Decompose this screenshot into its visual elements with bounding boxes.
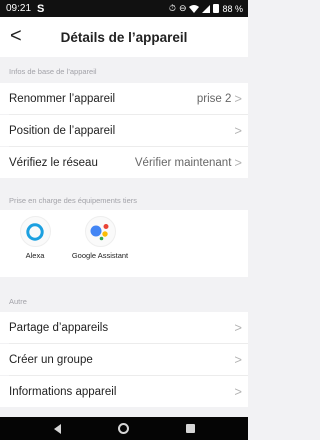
navigation-bar <box>0 417 248 440</box>
device-info-row[interactable]: Informations appareil > <box>0 376 248 407</box>
alexa-label: Alexa <box>25 251 45 260</box>
device-name-value: prise 2 <box>196 92 232 105</box>
device-info-label: Informations appareil <box>9 385 117 398</box>
section-label-third-party: Prise en charge des équipements tiers <box>9 196 137 205</box>
battery-icon <box>213 4 220 13</box>
chevron-right-icon: > <box>234 352 242 367</box>
page-title: Détails de l’appareil <box>60 29 188 45</box>
cell-signal-icon <box>202 4 211 13</box>
alexa-item[interactable]: Alexa <box>5 216 65 261</box>
chevron-right-icon: > <box>234 91 242 106</box>
app-notification-icon: S <box>37 2 45 15</box>
check-now-value: Vérifier maintenant <box>134 156 232 169</box>
alexa-icon <box>19 216 51 247</box>
nav-home-icon[interactable] <box>117 423 129 434</box>
status-bar: 09:21 S ⏱ ⊖ 88 % <box>0 0 248 17</box>
google-assistant-item[interactable]: Google Assistant <box>70 216 130 261</box>
create-group-label: Créer un groupe <box>9 353 93 366</box>
create-group-row[interactable]: Créer un groupe > <box>0 344 248 375</box>
device-location-label: Position de l’appareil <box>9 124 116 137</box>
back-arrow-icon[interactable]: < <box>10 26 22 46</box>
app-header: < Détails de l’appareil <box>0 17 248 57</box>
device-sharing-row[interactable]: Partage d’appareils > <box>0 312 248 343</box>
check-network-row[interactable]: Vérifiez le réseau Vérifier maintenant > <box>0 147 248 178</box>
nav-recents-icon[interactable] <box>185 424 195 433</box>
status-right: ⏱ ⊖ 88 % <box>169 4 243 14</box>
dnd-icon: ⊖ <box>178 3 187 13</box>
google-assistant-label: Google Assistant <box>71 251 129 260</box>
battery-percent: 88 % <box>222 3 243 14</box>
rename-device-row[interactable]: Renommer l’appareil prise 2 > <box>0 83 248 114</box>
section-label-other: Autre <box>9 297 27 306</box>
chevron-right-icon: > <box>234 384 242 399</box>
alarm-icon: ⏱ <box>168 3 176 13</box>
wifi-icon <box>189 4 200 13</box>
device-sharing-label: Partage d’appareils <box>9 321 109 334</box>
section-label-basic: Infos de base de l’appareil <box>9 67 97 76</box>
status-time: 09:21 <box>6 3 32 14</box>
status-left: 09:21 S <box>6 3 44 15</box>
chevron-right-icon: > <box>234 155 242 170</box>
rename-device-label: Renommer l’appareil <box>9 92 116 105</box>
third-party-panel: Alexa Google Assistant <box>0 210 248 277</box>
device-location-row[interactable]: Position de l’appareil > <box>0 115 248 146</box>
check-network-label: Vérifiez le réseau <box>9 156 98 169</box>
chevron-right-icon: > <box>234 123 242 138</box>
google-assistant-icon <box>84 216 116 247</box>
nav-back-icon[interactable] <box>53 423 61 434</box>
chevron-right-icon: > <box>234 320 242 335</box>
